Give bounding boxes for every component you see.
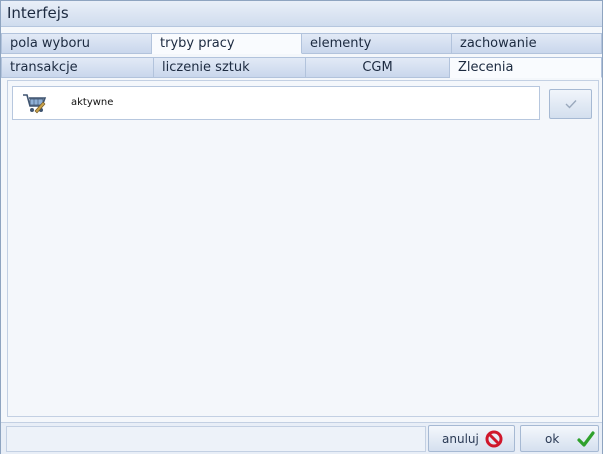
check-icon: [565, 100, 577, 109]
check-icon: [577, 431, 595, 447]
item-label: aktywne: [71, 97, 114, 108]
settings-window: Interfejs pola wyboru tryby pracy elemen…: [0, 0, 603, 454]
cart-icon: [23, 94, 47, 114]
status-field: [6, 426, 426, 452]
tab-row-2: transakcje liczenie sztuk CGM Zlecenia: [1, 57, 602, 78]
tab-content-panel: aktywne: [7, 80, 599, 417]
tab-zachowanie[interactable]: zachowanie: [452, 33, 602, 54]
ok-button[interactable]: ok: [520, 425, 599, 452]
tab-zlecenia[interactable]: Zlecenia: [450, 57, 602, 78]
window-title: Interfejs: [7, 4, 69, 22]
cancel-icon: [485, 430, 503, 448]
title-bar: Interfejs: [1, 1, 602, 27]
status-bar: anuluj ok: [1, 422, 602, 454]
tab-elementy[interactable]: elementy: [302, 33, 452, 54]
tab-pola-wyboru[interactable]: pola wyboru: [1, 33, 152, 54]
tab-transakcje[interactable]: transakcje: [1, 57, 154, 78]
cancel-button[interactable]: anuluj: [428, 425, 515, 452]
list-item-aktywne[interactable]: aktywne: [12, 86, 540, 120]
tab-tryby-pracy[interactable]: tryby pracy: [152, 33, 302, 54]
tab-liczenie-sztuk[interactable]: liczenie sztuk: [154, 57, 306, 78]
confirm-button[interactable]: [549, 89, 592, 119]
tab-cgm[interactable]: CGM: [306, 57, 450, 78]
ok-label: ok: [545, 432, 560, 446]
tab-row-1: pola wyboru tryby pracy elementy zachowa…: [1, 33, 602, 54]
cancel-label: anuluj: [442, 432, 479, 446]
